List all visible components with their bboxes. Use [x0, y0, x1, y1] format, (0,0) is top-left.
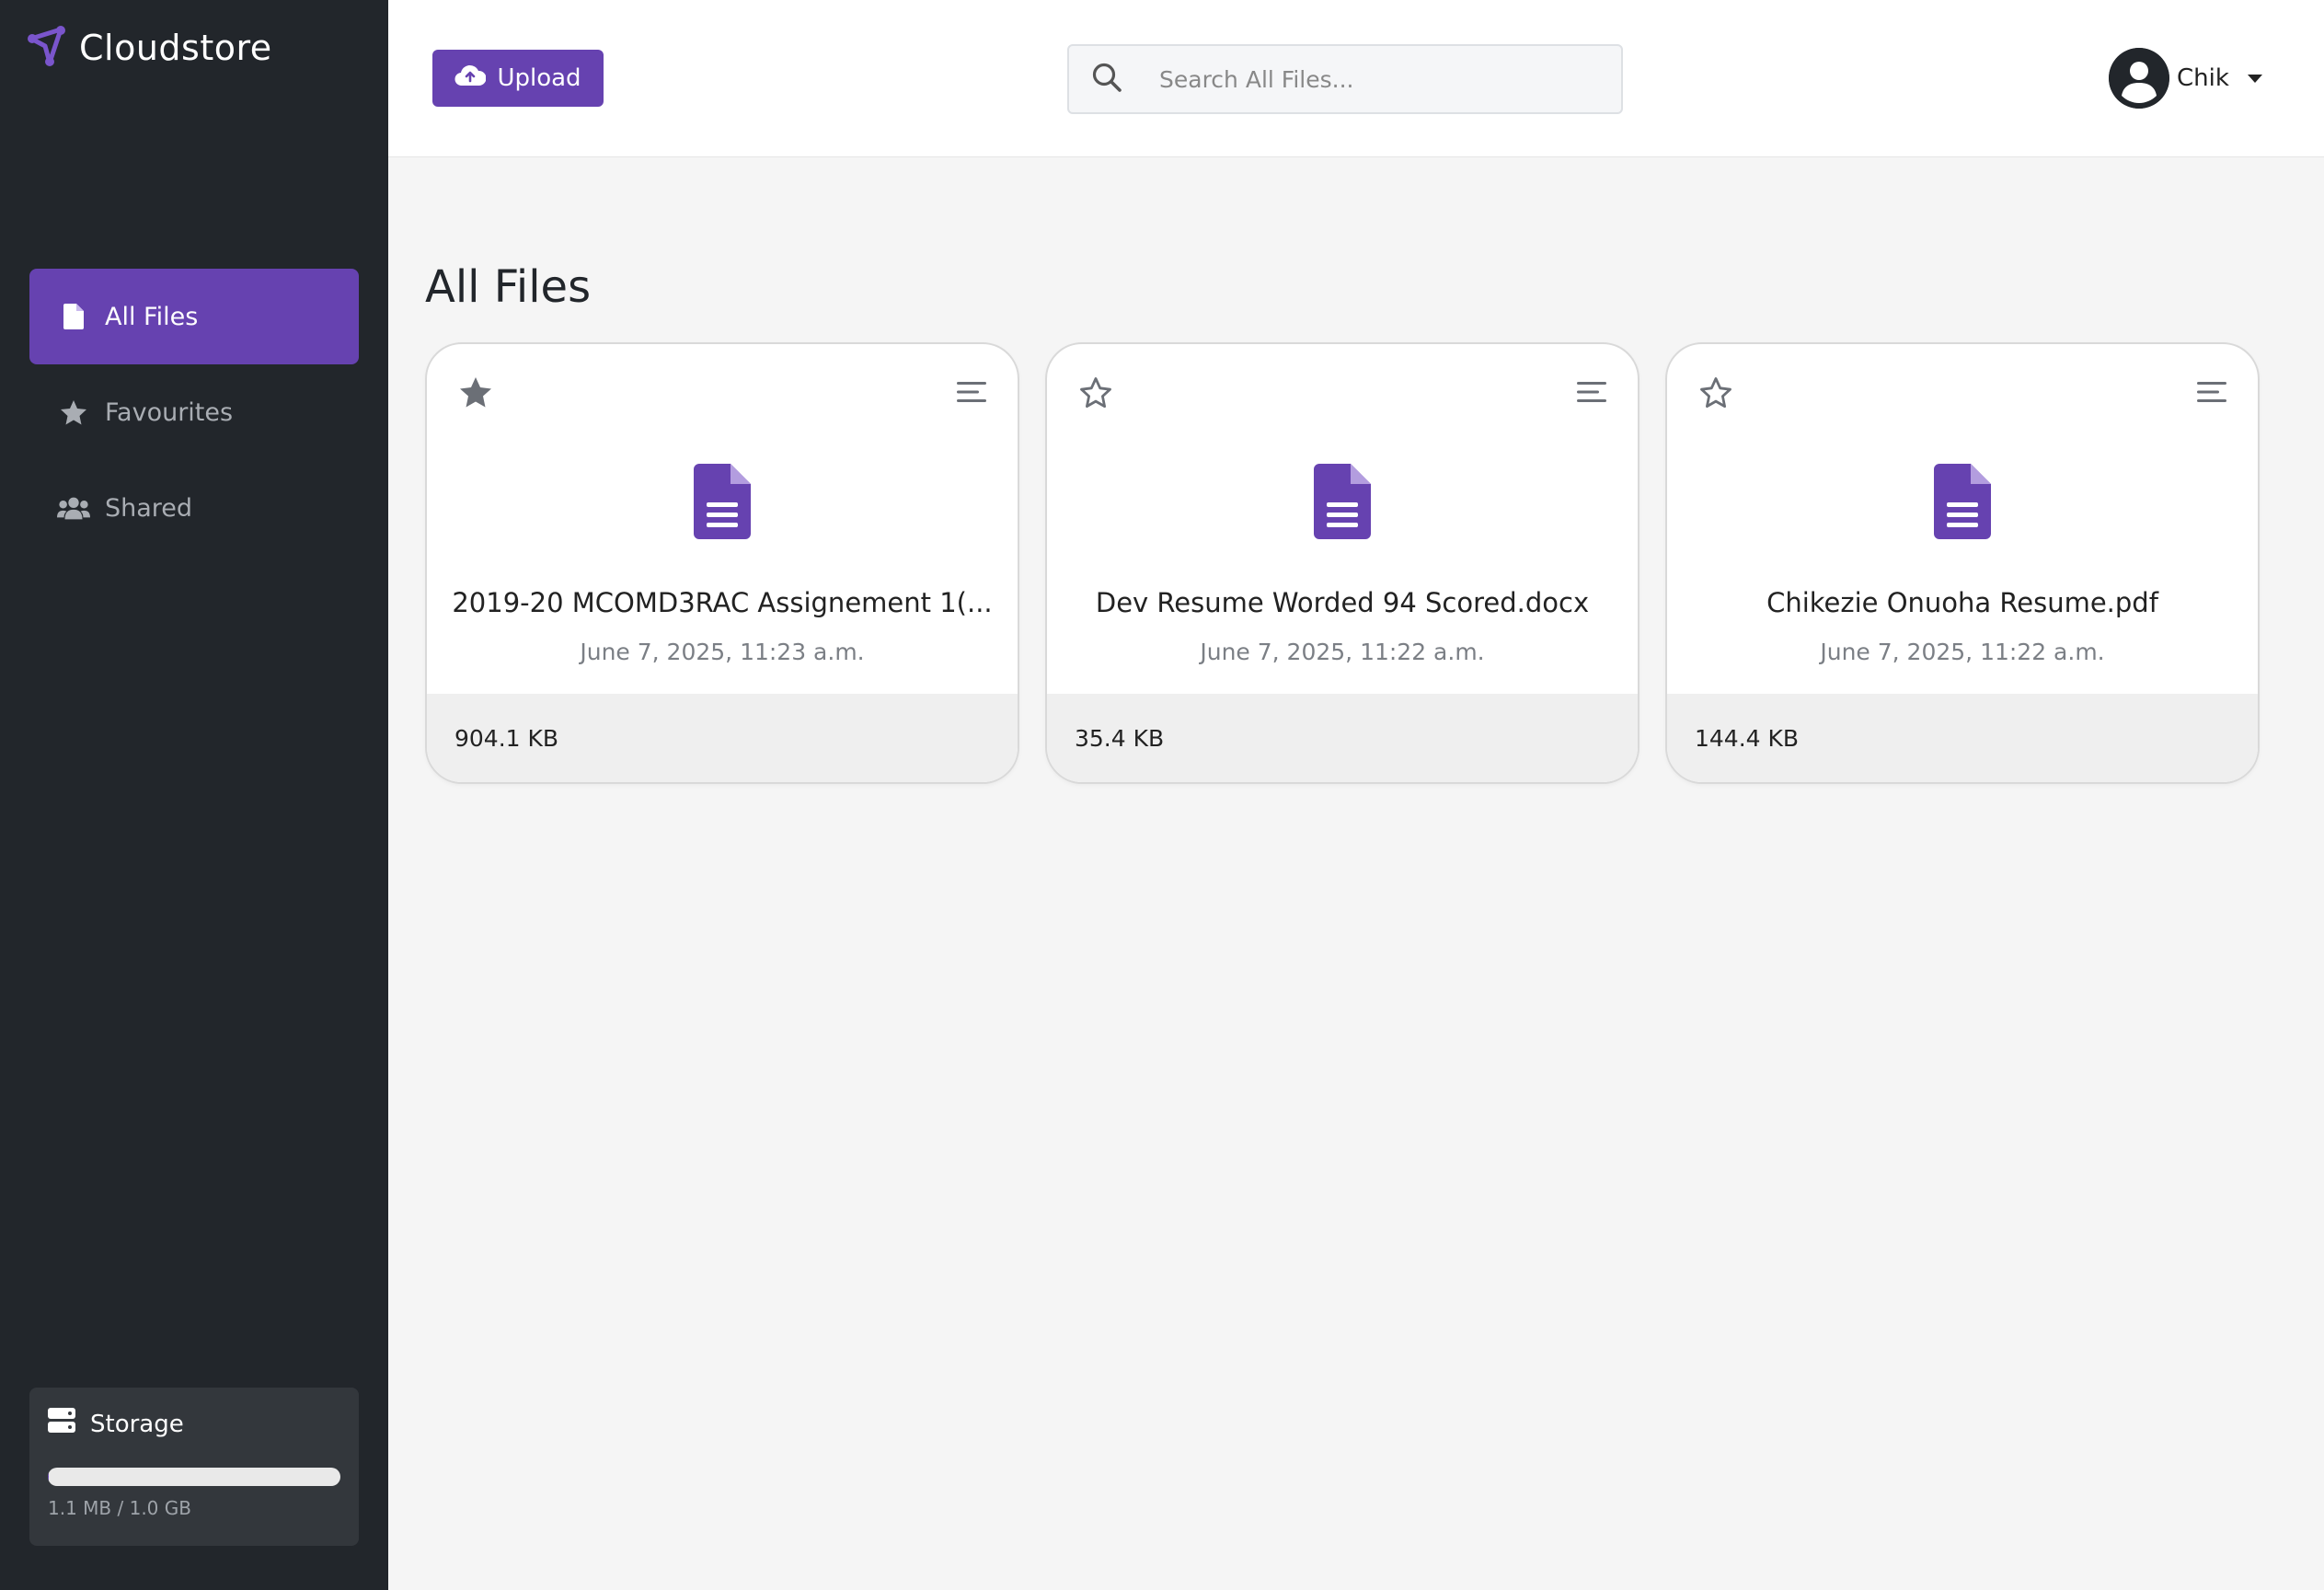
- avatar[interactable]: [2109, 48, 2169, 109]
- menu-icon[interactable]: [1577, 379, 1606, 405]
- brand[interactable]: Cloudstore: [28, 26, 272, 70]
- user-icon: [2109, 48, 2169, 109]
- sidebar-item-shared[interactable]: Shared: [29, 460, 359, 556]
- star-outline-icon[interactable]: [1698, 375, 1733, 410]
- file-date: June 7, 2025, 11:22 a.m.: [1820, 639, 2105, 665]
- sidebar-item-all-files[interactable]: All Files: [29, 269, 359, 364]
- file-name[interactable]: Dev Resume Worded 94 Scored.docx: [1065, 587, 1619, 618]
- storage-progress-bar: [48, 1468, 340, 1486]
- menu-icon[interactable]: [957, 379, 986, 405]
- document-icon: [1314, 464, 1371, 539]
- star-icon: [57, 398, 90, 426]
- upload-label: Upload: [497, 64, 581, 92]
- search-input[interactable]: [1159, 65, 1601, 93]
- file-name[interactable]: Chikezie Onuoha Resume.pdf: [1685, 587, 2239, 618]
- top-bar: Upload Chik: [388, 0, 2324, 157]
- users-icon: [57, 494, 90, 522]
- search-box[interactable]: [1067, 44, 1623, 114]
- search-icon: [1069, 62, 1122, 97]
- star-outline-icon[interactable]: [1078, 375, 1113, 410]
- brand-name: Cloudstore: [79, 28, 272, 68]
- storage-usage-text: 1.1 MB / 1.0 GB: [48, 1497, 191, 1519]
- user-menu[interactable]: Chik: [2109, 48, 2262, 109]
- storage-panel: Storage 1.1 MB / 1.0 GB: [29, 1388, 359, 1546]
- file-card[interactable]: 2019-20 MCOMD3RAC Assignement 1(... June…: [425, 342, 1019, 784]
- sidebar-item-label: All Files: [105, 302, 199, 331]
- server-icon: [48, 1408, 90, 1440]
- file-date: June 7, 2025, 11:23 a.m.: [580, 639, 865, 665]
- file-card[interactable]: Dev Resume Worded 94 Scored.docx June 7,…: [1045, 342, 1639, 784]
- sidebar-item-favourites[interactable]: Favourites: [29, 364, 359, 460]
- sidebar-item-label: Shared: [105, 493, 193, 523]
- file-date: June 7, 2025, 11:22 a.m.: [1200, 639, 1485, 665]
- document-icon: [1934, 464, 1991, 539]
- page-title: All Files: [425, 261, 592, 313]
- document-icon: [694, 464, 751, 539]
- sidebar-item-label: Favourites: [105, 398, 234, 427]
- menu-icon[interactable]: [2197, 379, 2226, 405]
- file-grid: 2019-20 MCOMD3RAC Assignement 1(... June…: [425, 342, 2260, 784]
- file-size: 144.4 KB: [1667, 694, 2258, 782]
- sidebar: Cloudstore All Files Favourites Shared S…: [0, 0, 388, 1590]
- file-size: 904.1 KB: [427, 694, 1018, 782]
- upload-button[interactable]: Upload: [432, 50, 604, 107]
- cloud-upload-icon: [454, 63, 497, 94]
- chevron-down-icon[interactable]: [2247, 74, 2262, 83]
- file-icon: [57, 303, 90, 330]
- user-name: Chik: [2177, 64, 2229, 92]
- sidebar-nav: All Files Favourites Shared: [29, 269, 359, 556]
- logo-icon: [28, 26, 66, 70]
- storage-header: Storage: [48, 1408, 340, 1440]
- file-size: 35.4 KB: [1047, 694, 1638, 782]
- file-name[interactable]: 2019-20 MCOMD3RAC Assignement 1(...: [445, 587, 999, 618]
- file-card[interactable]: Chikezie Onuoha Resume.pdf June 7, 2025,…: [1665, 342, 2260, 784]
- storage-label: Storage: [90, 1410, 184, 1438]
- star-filled-icon[interactable]: [458, 375, 493, 410]
